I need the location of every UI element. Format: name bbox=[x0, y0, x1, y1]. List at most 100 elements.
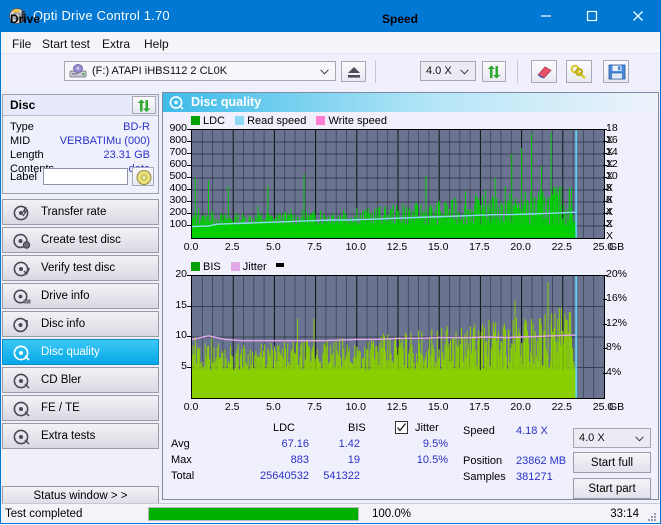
stats-avg-bis: 1.42 bbox=[338, 438, 360, 450]
stats-col-bis: BIS bbox=[348, 422, 366, 434]
maximize-button[interactable] bbox=[569, 0, 615, 32]
tick-mark bbox=[603, 323, 607, 325]
chevron-down-icon bbox=[460, 69, 469, 75]
x-tick-label: 5.0 bbox=[266, 241, 281, 253]
speed-select[interactable]: 4.0 X bbox=[420, 61, 476, 81]
drive-select[interactable]: (F:) ATAPI iHBS112 2 CL0K bbox=[64, 61, 336, 81]
elapsed-time: 33:14 bbox=[610, 508, 639, 520]
legend-marker-black bbox=[275, 263, 284, 267]
disc-label-button[interactable] bbox=[132, 167, 154, 186]
result-speed-select[interactable]: 4.0 X bbox=[573, 428, 651, 448]
x-tick-label: 17.5 bbox=[469, 241, 490, 253]
disc-quality-icon bbox=[169, 96, 184, 110]
erase-button[interactable] bbox=[531, 60, 557, 83]
menu-extra[interactable]: Extra bbox=[98, 36, 134, 52]
disc-quality-icon bbox=[13, 345, 30, 361]
x-tick-label: 5.0 bbox=[266, 401, 281, 413]
sidebar-item-disc-info[interactable]: Disc info bbox=[2, 311, 159, 337]
disc-row-value-type: BD-R bbox=[123, 121, 150, 133]
x-tick-label: 12.5 bbox=[386, 401, 408, 413]
stats-position-label: Position bbox=[463, 455, 503, 467]
stats-position-value: 23862 MB bbox=[516, 455, 567, 467]
ldc-chart-plot[interactable] bbox=[191, 129, 605, 239]
eject-button[interactable] bbox=[341, 61, 366, 82]
x-tick-label: 0.0 bbox=[183, 401, 199, 413]
x-tick-label: 15.0 bbox=[427, 241, 449, 253]
legend-swatch-write-speed bbox=[316, 116, 326, 125]
legend-label-read-speed: Read speed bbox=[247, 115, 307, 127]
sidebar-label: Disc quality bbox=[41, 346, 100, 358]
progress-bar bbox=[148, 507, 359, 521]
start-full-button[interactable]: Start full bbox=[573, 452, 651, 473]
sidebar-label: Disc info bbox=[41, 318, 86, 330]
menu-start-test[interactable]: Start test bbox=[38, 36, 94, 52]
disc-panel-title: Disc bbox=[10, 98, 36, 112]
y-tick-label: 500 bbox=[169, 170, 187, 182]
stats-max-jitter: 10.5% bbox=[416, 454, 448, 466]
check-icon bbox=[397, 423, 406, 432]
sidebar-label: Create test disc bbox=[41, 234, 121, 246]
stats-samples-label: Samples bbox=[463, 471, 506, 483]
disc-check-icon bbox=[13, 261, 31, 277]
sidebar-item-fe-te[interactable]: FE / TE bbox=[2, 395, 159, 421]
legend-swatch-bis bbox=[191, 262, 200, 271]
sidebar-label: FE / TE bbox=[41, 402, 80, 414]
refresh-button[interactable] bbox=[482, 61, 506, 82]
x-tick-label: 2.5 bbox=[224, 241, 240, 253]
sidebar-item-cd-bler[interactable]: CD Bler bbox=[2, 367, 159, 393]
jitter-checkbox[interactable] bbox=[395, 421, 408, 434]
y-tick-label: 600 bbox=[169, 158, 187, 170]
disc-burn-icon bbox=[13, 233, 31, 249]
stats-max-bis: 19 bbox=[347, 454, 360, 466]
label-input[interactable] bbox=[43, 168, 128, 185]
y-tick-label: 5 bbox=[181, 359, 187, 372]
sidebar-item-disc-quality[interactable]: Disc quality bbox=[2, 339, 159, 365]
tick-mark bbox=[187, 177, 191, 178]
disc-fete-icon bbox=[13, 401, 30, 417]
sidebar-item-transfer-rate[interactable]: Transfer rate bbox=[2, 199, 159, 225]
stats-speed-value: 4.18 X bbox=[516, 425, 548, 437]
status-message: Test completed bbox=[5, 508, 83, 520]
stats-speed-label: Speed bbox=[463, 425, 495, 437]
chevron-down-icon bbox=[635, 436, 644, 442]
tick-mark bbox=[187, 305, 191, 307]
save-button[interactable] bbox=[603, 60, 629, 83]
x-tick-label: 22.5 bbox=[551, 241, 573, 253]
sidebar-item-verify-test-disc[interactable]: Verify test disc bbox=[2, 255, 159, 281]
sidebar-item-create-test-disc[interactable]: Create test disc bbox=[2, 227, 159, 253]
menu-help[interactable]: Help bbox=[140, 36, 173, 52]
sidebar-item-extra-tests[interactable]: Extra tests bbox=[2, 423, 159, 449]
jitter-label: Jitter bbox=[415, 422, 439, 434]
close-button[interactable] bbox=[615, 0, 661, 32]
sidebar-item-drive-info[interactable]: Drive info bbox=[2, 283, 159, 309]
start-part-button[interactable]: Start part bbox=[573, 478, 651, 499]
stats-total-ldc: 25640532 bbox=[260, 470, 309, 482]
menu-file[interactable]: File bbox=[8, 36, 35, 52]
sidebar-label: Verify test disc bbox=[41, 262, 116, 274]
sidebar-label: Transfer rate bbox=[41, 206, 107, 218]
minimize-button[interactable] bbox=[523, 0, 569, 32]
tick-mark bbox=[603, 275, 607, 276]
content-title-bar: Disc quality bbox=[163, 93, 658, 112]
y-tick-label: 100 bbox=[169, 218, 187, 230]
disc-refresh-button[interactable] bbox=[132, 96, 156, 114]
y2-tick-label: 20% bbox=[606, 268, 628, 280]
bis-chart-plot[interactable] bbox=[191, 275, 605, 399]
refresh-disc-icon bbox=[137, 99, 151, 112]
resize-grip-icon[interactable] bbox=[646, 511, 658, 523]
keys-button[interactable] bbox=[566, 60, 592, 83]
tick-mark bbox=[187, 129, 191, 130]
tick-mark bbox=[187, 275, 191, 276]
toolbar-divider-2 bbox=[517, 60, 518, 83]
disc-row-label-length: Length bbox=[10, 149, 44, 161]
x-axis-unit: GB bbox=[609, 401, 625, 413]
tick-mark bbox=[187, 201, 191, 202]
tick-mark bbox=[187, 213, 191, 214]
stats-samples-value: 381271 bbox=[516, 471, 553, 483]
sidebar-label: Drive info bbox=[41, 290, 90, 302]
stats-row-label-max: Max bbox=[171, 454, 192, 466]
tick-mark bbox=[603, 299, 607, 301]
menu-bar: File Start test Extra Help bbox=[0, 32, 661, 54]
x-tick-label: 22.5 bbox=[551, 401, 573, 413]
disc-bler-icon bbox=[13, 373, 30, 389]
